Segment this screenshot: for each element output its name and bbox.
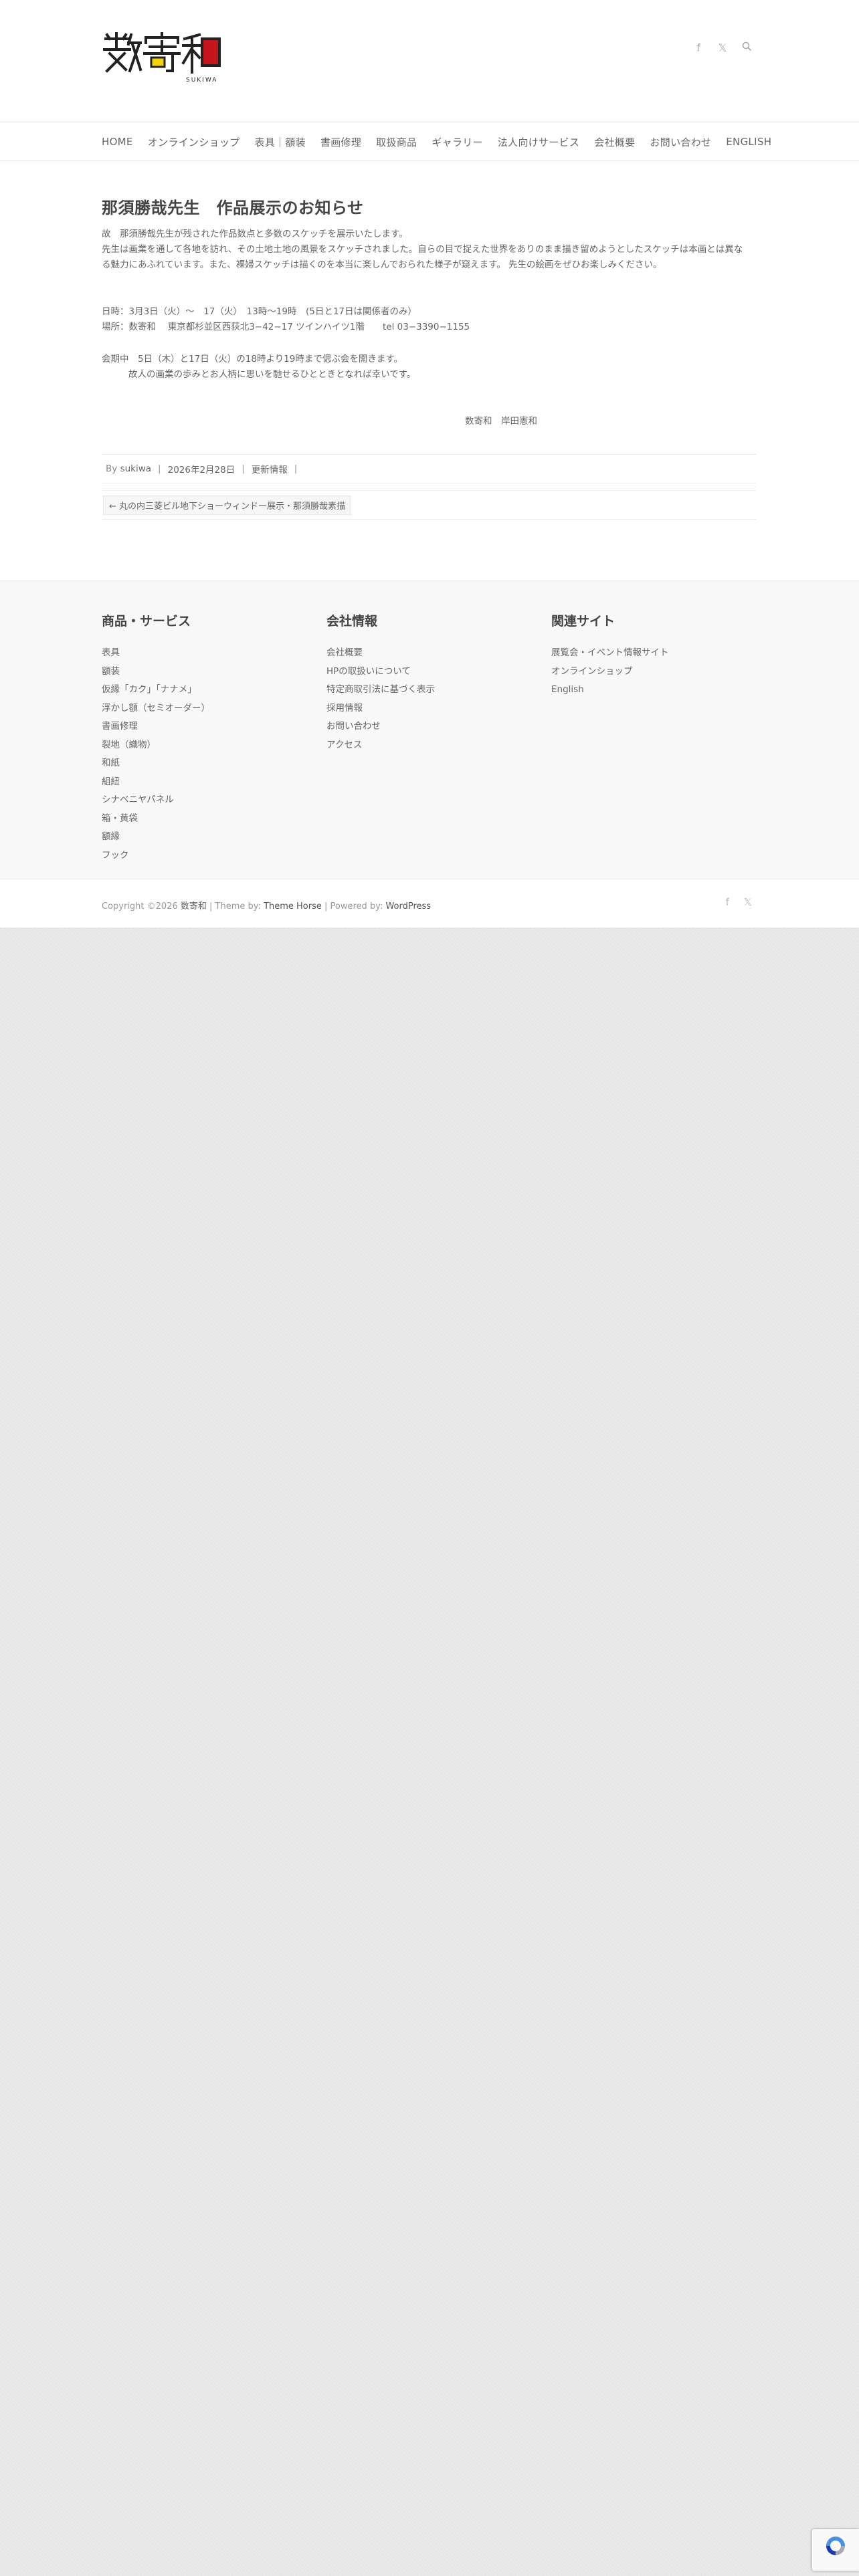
footer-widgets: 商品・サービス 表具 額装 仮縁「カク」「ナナメ」 浮かし額（セミオーダー） 書… bbox=[0, 580, 859, 879]
footer-column-related: 関連サイト 展覧会・イベント情報サイト オンラインショップ English bbox=[551, 611, 669, 700]
page-wrapper: SUKIWA f 𝕏 HOME オンラインショップ 表具｜額装 書画修理 取扱商… bbox=[0, 0, 859, 928]
theme-link[interactable]: Theme Horse bbox=[264, 901, 322, 911]
nav-item-contact[interactable]: お問い合わせ bbox=[650, 135, 711, 149]
logo-mark: SUKIWA bbox=[103, 32, 221, 84]
facebook-icon[interactable]: f bbox=[693, 41, 704, 54]
post-paragraph: る魅力にあふれています。また、裸婦スケッチは描くのを本当に楽しんでおられた様子が… bbox=[102, 259, 662, 270]
header-social: f 𝕏 bbox=[693, 41, 752, 54]
event-note: 故人の画業の歩みとお人柄に思いを馳せるひとときとなれば幸いです。 bbox=[128, 369, 416, 380]
nav-item-hyougu[interactable]: 表具｜額装 bbox=[254, 135, 306, 149]
footer-column-company: 会社情報 会社概要 HPの取扱いについて 特定商取引法に基づく表示 採用情報 お… bbox=[326, 611, 435, 754]
footer-link[interactable]: English bbox=[551, 681, 669, 700]
footer-link[interactable]: HPの取扱いについて bbox=[326, 663, 435, 681]
post-paragraph: 先生は画業を通して各地を訪れ、その土地土地の風景をスケッチされました。自らの目で… bbox=[102, 244, 743, 255]
footer-link[interactable]: 裂地（織物） bbox=[102, 736, 210, 755]
x-icon[interactable]: 𝕏 bbox=[717, 41, 728, 54]
site-logo[interactable]: SUKIWA bbox=[102, 32, 223, 84]
nav-item-company[interactable]: 会社概要 bbox=[594, 135, 635, 149]
footer-link[interactable]: シナベニヤパネル bbox=[102, 791, 210, 810]
site-footer: Copyright ©2026 数寄和 | Theme by: Theme Ho… bbox=[0, 879, 859, 928]
footer-link[interactable]: 表具 bbox=[102, 644, 210, 663]
copyright: Copyright ©2026 数寄和 | Theme by: Theme Ho… bbox=[102, 901, 432, 911]
x-icon[interactable]: 𝕏 bbox=[744, 896, 752, 908]
footer-heading: 会社情報 bbox=[326, 614, 378, 629]
footer-link[interactable]: お問い合わせ bbox=[326, 718, 435, 736]
previous-post-link[interactable]: ← 丸の内三菱ビル地下ショーウィンドー展示・那須勝哉素描 bbox=[103, 495, 352, 515]
recaptcha-badge[interactable] bbox=[812, 2529, 859, 2571]
footer-link[interactable]: 会社概要 bbox=[326, 644, 435, 663]
footer-link[interactable]: 特定商取引法に基づく表示 bbox=[326, 681, 435, 700]
footer-link[interactable]: 書画修理 bbox=[102, 718, 210, 736]
post-body: 故 那須勝哉先生が残された作品数点と多数のスケッチを展示いたします。 先生は画業… bbox=[102, 227, 757, 429]
meta-by: By bbox=[106, 463, 118, 474]
nav-item-repair[interactable]: 書画修理 bbox=[320, 135, 361, 149]
meta-date-link[interactable]: 2026年2月28日 bbox=[168, 462, 235, 475]
footer-heading: 関連サイト bbox=[551, 614, 615, 629]
nav-item-products[interactable]: 取扱商品 bbox=[376, 135, 417, 149]
footer-link[interactable]: 仮縁「カク」「ナナメ」 bbox=[102, 681, 210, 700]
footer-link[interactable]: 展覧会・イベント情報サイト bbox=[551, 644, 669, 663]
event-note: 会期中 5日（木）と17日（火）の18時より19時まで偲ぶ会を開きます。 bbox=[102, 354, 403, 364]
post-signature: 数寄和 岸田憲和 bbox=[465, 416, 537, 427]
recaptcha-icon bbox=[826, 2537, 845, 2555]
post-meta: By sukiwa | 2026年2月28日 | 更新情報 | bbox=[102, 454, 756, 484]
nav-item-corporate[interactable]: 法人向けサービス bbox=[498, 135, 579, 149]
footer-column-products: 商品・サービス 表具 額装 仮縁「カク」「ナナメ」 浮かし額（セミオーダー） 書… bbox=[102, 611, 210, 865]
meta-author-link[interactable]: sukiwa bbox=[120, 463, 151, 474]
footer-link[interactable]: 額縁 bbox=[102, 828, 210, 847]
copyright-site-link[interactable]: 数寄和 bbox=[181, 901, 207, 911]
post-navigation: ← 丸の内三菱ビル地下ショーウィンドー展示・那須勝哉素描 bbox=[102, 490, 756, 520]
post-paragraph: 故 那須勝哉先生が残された作品数点と多数のスケッチを展示いたします。 bbox=[102, 229, 408, 239]
footer-link[interactable]: オンラインショップ bbox=[551, 663, 669, 681]
nav-item-home[interactable]: HOME bbox=[102, 136, 133, 148]
main-navigation: HOME オンラインショップ 表具｜額装 書画修理 取扱商品 ギャラリー 法人向… bbox=[0, 122, 859, 161]
main-content: 那須勝哉先生 作品展示のお知らせ 故 那須勝哉先生が残された作品数点と多数のスケ… bbox=[0, 161, 859, 580]
footer-link[interactable]: 採用情報 bbox=[326, 700, 435, 718]
footer-social: f 𝕏 bbox=[726, 896, 752, 908]
footer-link[interactable]: 箱・黄袋 bbox=[102, 810, 210, 829]
footer-link[interactable]: フック bbox=[102, 847, 210, 865]
footer-heading: 商品・サービス bbox=[102, 614, 191, 629]
schedule-date: 日時：3月3日（火）〜 17（火） 13時〜19時 (5日と17日は関係者のみ） bbox=[102, 306, 417, 317]
meta-category-link[interactable]: 更新情報 bbox=[252, 462, 288, 475]
search-icon[interactable] bbox=[741, 41, 752, 54]
facebook-icon[interactable]: f bbox=[726, 896, 729, 908]
nav-item-gallery[interactable]: ギャラリー bbox=[432, 135, 483, 149]
wordpress-link[interactable]: WordPress bbox=[385, 901, 431, 911]
footer-link[interactable]: 組紐 bbox=[102, 773, 210, 792]
site-header: SUKIWA f 𝕏 bbox=[0, 0, 859, 122]
nav-item-english[interactable]: ENGLISH bbox=[726, 136, 771, 148]
schedule-place: 場所：数寄和 東京都杉並区西荻北3−42−17 ツインハイツ1階 tel 03−… bbox=[102, 322, 470, 332]
nav-item-online-shop[interactable]: オンラインショップ bbox=[148, 135, 240, 149]
footer-link[interactable]: 浮かし額（セミオーダー） bbox=[102, 700, 210, 718]
footer-link[interactable]: 和紙 bbox=[102, 754, 210, 773]
footer-link[interactable]: アクセス bbox=[326, 736, 435, 755]
footer-link[interactable]: 額装 bbox=[102, 663, 210, 681]
svg-text:SUKIWA: SUKIWA bbox=[186, 77, 217, 84]
post-title: 那須勝哉先生 作品展示のお知らせ bbox=[102, 199, 364, 217]
